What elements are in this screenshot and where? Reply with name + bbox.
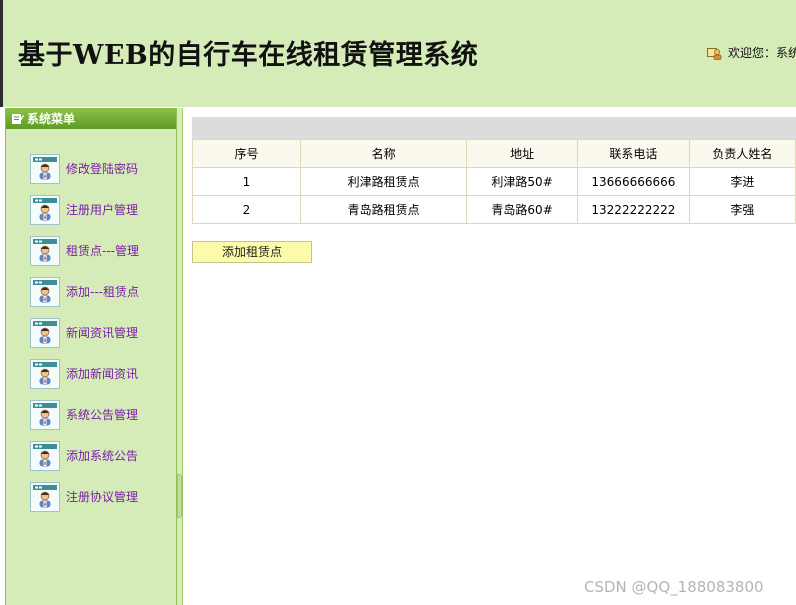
sidebar-splitter[interactable] bbox=[177, 108, 183, 605]
sidebar-item-label: 添加系统公告 bbox=[66, 449, 139, 463]
rental-point-table: 序号 名称 地址 联系电话 负责人姓名 1 利津路租赁点 利津路50# 1366… bbox=[192, 139, 796, 224]
table-cell: 李强 bbox=[688, 195, 796, 224]
watermark: CSDN @QQ_188083800 bbox=[584, 578, 764, 596]
sidebar-item-label: 新闻资讯管理 bbox=[66, 326, 139, 340]
user-card-icon bbox=[30, 359, 60, 389]
table-cell: 2 bbox=[192, 195, 301, 224]
sidebar-header: 系统菜单 bbox=[6, 108, 176, 129]
table-header-row: 序号 名称 地址 联系电话 负责人姓名 bbox=[192, 139, 796, 168]
welcome-area: 欢迎您：系统 bbox=[707, 44, 796, 61]
sidebar-item-notice-management[interactable]: 系统公告管理 bbox=[30, 400, 139, 441]
page: 基于WEB的自行车在线租赁管理系统 欢迎您：系统 系统菜单 修改登陆密码 注册用… bbox=[0, 0, 796, 605]
sidebar-item-change-password[interactable]: 修改登陆密码 bbox=[30, 154, 139, 195]
sidebar-item-rental-point-management[interactable]: 租赁点---管理 bbox=[30, 236, 139, 277]
table-cell: 利津路50# bbox=[466, 167, 579, 196]
sidebar-menu: 修改登陆密码 注册用户管理 租赁点---管理 添加---租赁点 新闻资讯管理 添… bbox=[30, 154, 139, 523]
table-cell: 利津路租赁点 bbox=[299, 167, 468, 196]
sidebar-item-label: 注册用户管理 bbox=[66, 203, 139, 217]
main-content: 序号 名称 地址 联系电话 负责人姓名 1 利津路租赁点 利津路50# 1366… bbox=[184, 108, 796, 605]
user-card-icon bbox=[30, 277, 60, 307]
sidebar-item-label: 添加新闻资讯 bbox=[66, 367, 139, 381]
table-cell: 1 bbox=[192, 167, 301, 196]
user-card-icon bbox=[30, 482, 60, 512]
table-cell: 青岛路60# bbox=[466, 195, 579, 224]
column-header: 联系电话 bbox=[577, 139, 690, 168]
sidebar-item-label: 租赁点---管理 bbox=[66, 244, 139, 258]
user-card-icon bbox=[30, 318, 60, 348]
table-cell: 13666666666 bbox=[577, 167, 690, 196]
user-card-icon bbox=[30, 195, 60, 225]
sidebar-item-label: 修改登陆密码 bbox=[66, 162, 139, 176]
sidebar-item-add-news[interactable]: 添加新闻资讯 bbox=[30, 359, 139, 400]
sidebar-item-news-management[interactable]: 新闻资讯管理 bbox=[30, 318, 139, 359]
table-cell: 李进 bbox=[688, 167, 796, 196]
sidebar-item-label: 系统公告管理 bbox=[66, 408, 139, 422]
user-card-icon bbox=[30, 236, 60, 266]
add-rental-point-button[interactable]: 添加租赁点 bbox=[192, 241, 312, 263]
user-card-icon bbox=[30, 441, 60, 471]
header: 基于WEB的自行车在线租赁管理系统 欢迎您：系统 bbox=[0, 0, 796, 107]
sidebar-item-label: 添加---租赁点 bbox=[66, 285, 139, 299]
table-title-bar bbox=[192, 117, 796, 139]
sidebar-item-agreement-management[interactable]: 注册协议管理 bbox=[30, 482, 139, 523]
table-cell: 13222222222 bbox=[577, 195, 690, 224]
user-icon bbox=[707, 47, 722, 60]
column-header: 序号 bbox=[192, 139, 301, 168]
column-header: 地址 bbox=[466, 139, 579, 168]
sidebar-item-user-management[interactable]: 注册用户管理 bbox=[30, 195, 139, 236]
table-cell: 青岛路租赁点 bbox=[299, 195, 468, 224]
table-row: 1 利津路租赁点 利津路50# 13666666666 李进 bbox=[192, 167, 796, 196]
splitter-handle[interactable] bbox=[177, 474, 182, 518]
table-row: 2 青岛路租赁点 青岛路60# 13222222222 李强 bbox=[192, 195, 796, 224]
page-title: 基于WEB的自行车在线租赁管理系统 bbox=[18, 40, 479, 71]
welcome-text: 欢迎您：系统 bbox=[728, 46, 796, 60]
user-card-icon bbox=[30, 154, 60, 184]
sidebar: 系统菜单 修改登陆密码 注册用户管理 租赁点---管理 添加---租赁点 新闻资… bbox=[5, 108, 177, 605]
edit-icon bbox=[12, 114, 24, 124]
sidebar-item-add-rental-point[interactable]: 添加---租赁点 bbox=[30, 277, 139, 318]
user-card-icon bbox=[30, 400, 60, 430]
column-header: 名称 bbox=[299, 139, 468, 168]
sidebar-title: 系统菜单 bbox=[27, 112, 76, 126]
sidebar-item-add-notice[interactable]: 添加系统公告 bbox=[30, 441, 139, 482]
sidebar-item-label: 注册协议管理 bbox=[66, 490, 139, 504]
column-header: 负责人姓名 bbox=[688, 139, 796, 168]
